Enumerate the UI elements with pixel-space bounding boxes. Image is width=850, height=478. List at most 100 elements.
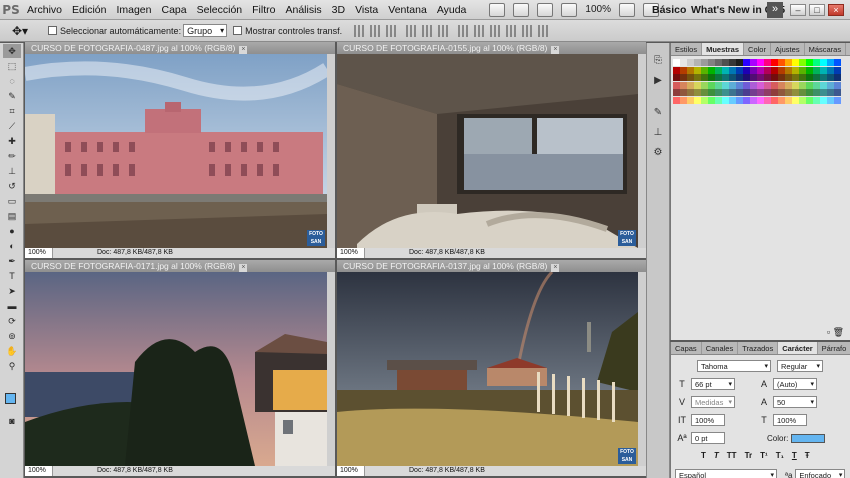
all-caps-button[interactable]: TT <box>727 451 737 460</box>
color-swatch[interactable] <box>715 89 722 96</box>
kerning-field[interactable]: Medidas <box>691 396 735 408</box>
document-zoom[interactable]: 100% <box>337 248 365 258</box>
color-swatch[interactable] <box>736 59 743 66</box>
zoom-tool-icon[interactable]: ⚲ <box>3 359 21 373</box>
color-swatch[interactable] <box>806 74 813 81</box>
tab-ajustes[interactable]: Ajustes <box>771 43 805 55</box>
color-swatch[interactable] <box>722 59 729 66</box>
color-swatch[interactable] <box>694 89 701 96</box>
color-swatch[interactable] <box>715 66 722 74</box>
color-swatch[interactable] <box>785 74 792 81</box>
marquee-tool-icon[interactable]: ⬚ <box>3 59 21 73</box>
strikethrough-button[interactable]: Ŧ <box>805 451 810 460</box>
menu-imagen[interactable]: Imagen <box>111 4 156 16</box>
color-swatch[interactable] <box>792 89 799 96</box>
color-swatch[interactable] <box>771 59 778 66</box>
color-swatch[interactable] <box>736 81 743 89</box>
color-swatch[interactable] <box>820 74 827 81</box>
color-swatch[interactable] <box>827 96 834 104</box>
color-swatch[interactable] <box>743 96 750 104</box>
color-swatch[interactable] <box>687 96 694 104</box>
eyedropper-tool-icon[interactable]: ⟋ <box>3 119 21 133</box>
color-swatch[interactable] <box>806 81 813 89</box>
color-swatch[interactable] <box>792 81 799 89</box>
close-tab-icon[interactable]: × <box>239 264 248 272</box>
color-swatch[interactable] <box>673 74 680 81</box>
color-swatch[interactable] <box>715 74 722 81</box>
color-swatch[interactable] <box>778 89 785 96</box>
color-swatch[interactable] <box>750 66 757 74</box>
color-swatch[interactable] <box>708 89 715 96</box>
mini-bridge-icon[interactable] <box>513 2 530 17</box>
color-swatch[interactable] <box>708 81 715 89</box>
tab-parrafo[interactable]: Párrafo <box>818 342 850 354</box>
color-swatch[interactable] <box>743 59 750 66</box>
auto-select-checkbox[interactable] <box>48 26 57 35</box>
menu-filtro[interactable]: Filtro <box>247 4 280 16</box>
color-swatch[interactable] <box>743 89 750 96</box>
clone-source-panel-icon[interactable]: ⊥ <box>650 127 666 141</box>
bridge-icon[interactable] <box>489 2 506 17</box>
menu-ventana[interactable]: Ventana <box>383 4 432 16</box>
zoom-level[interactable]: 100% <box>585 4 611 15</box>
tab-canales[interactable]: Canales <box>702 342 739 354</box>
color-swatch[interactable] <box>750 74 757 81</box>
color-swatch[interactable] <box>729 89 736 96</box>
color-swatch[interactable] <box>743 74 750 81</box>
color-swatch[interactable] <box>813 59 820 66</box>
menu-capa[interactable]: Capa <box>157 4 192 16</box>
color-swatch[interactable] <box>701 81 708 89</box>
color-swatch[interactable] <box>694 74 701 81</box>
color-swatch[interactable] <box>687 81 694 89</box>
color-swatch[interactable] <box>729 66 736 74</box>
color-swatch[interactable] <box>743 66 750 74</box>
color-swatch[interactable] <box>757 59 764 66</box>
color-swatch[interactable] <box>736 89 743 96</box>
superscript-button[interactable]: T¹ <box>760 451 768 460</box>
color-swatch[interactable] <box>813 66 820 74</box>
color-swatch[interactable] <box>757 81 764 89</box>
color-swatch[interactable] <box>771 96 778 104</box>
menu-edicion[interactable]: Edición <box>67 4 111 16</box>
color-swatch[interactable] <box>792 74 799 81</box>
menu-archivo[interactable]: Archivo <box>22 4 67 16</box>
color-swatch[interactable] <box>799 89 806 96</box>
document-zoom[interactable]: 100% <box>25 466 53 476</box>
type-tool-icon[interactable]: T <box>3 269 21 283</box>
3d-orbit-tool-icon[interactable]: ⊚ <box>3 329 21 343</box>
color-swatch[interactable] <box>694 66 701 74</box>
color-swatch[interactable] <box>785 66 792 74</box>
color-swatch[interactable] <box>764 74 771 81</box>
maximize-icon[interactable]: □ <box>809 4 825 16</box>
dodge-tool-icon[interactable]: ◐ <box>3 239 21 253</box>
color-swatch[interactable] <box>806 96 813 104</box>
tab-muestras[interactable]: Muestras <box>702 43 745 55</box>
color-swatch[interactable] <box>673 66 680 74</box>
color-swatch[interactable] <box>694 81 701 89</box>
color-swatch[interactable] <box>771 81 778 89</box>
color-swatch[interactable] <box>764 96 771 104</box>
color-swatch[interactable] <box>729 59 736 66</box>
color-swatch[interactable] <box>757 74 764 81</box>
document-zoom[interactable]: 100% <box>25 248 53 258</box>
color-swatch[interactable] <box>708 96 715 104</box>
color-swatch[interactable] <box>687 59 694 66</box>
tool-presets-panel-icon[interactable]: ⚙ <box>650 147 666 161</box>
color-swatch[interactable] <box>729 81 736 89</box>
lasso-tool-icon[interactable]: ◌ <box>3 74 21 88</box>
color-swatch[interactable] <box>757 96 764 104</box>
color-swatch[interactable] <box>834 66 841 74</box>
quick-mask-icon[interactable]: ◙ <box>3 414 21 428</box>
vertical-scrollbar[interactable] <box>638 54 646 248</box>
color-swatch[interactable] <box>750 96 757 104</box>
quick-selection-tool-icon[interactable]: ✎ <box>3 89 21 103</box>
font-style-select[interactable]: Regular <box>777 360 823 372</box>
close-icon[interactable]: × <box>828 4 844 16</box>
antialias-select[interactable]: Enfocado <box>795 469 846 478</box>
color-swatch[interactable] <box>785 96 792 104</box>
eraser-tool-icon[interactable]: ▭ <box>3 194 21 208</box>
show-controls-checkbox[interactable] <box>233 26 243 35</box>
vertical-scrollbar[interactable] <box>327 272 335 466</box>
color-swatch[interactable] <box>792 59 799 66</box>
color-swatch[interactable] <box>673 96 680 104</box>
